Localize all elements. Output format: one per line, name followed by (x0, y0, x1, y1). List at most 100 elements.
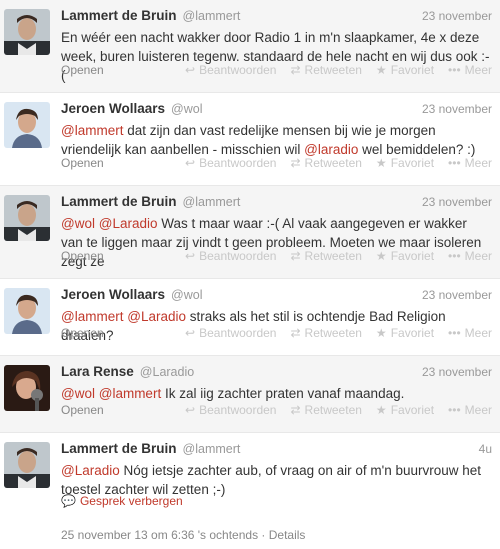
ellipsis-icon: ••• (448, 326, 461, 340)
reply-label: Beantwoorden (199, 249, 277, 263)
more-label: Meer (464, 249, 492, 263)
author-handle[interactable]: @lammert (183, 195, 241, 209)
more-label: Meer (464, 63, 492, 77)
ellipsis-icon: ••• (448, 249, 461, 263)
mention-link[interactable]: @lammert (61, 123, 123, 138)
author-handle[interactable]: @wol (171, 288, 202, 302)
reply-button[interactable]: ↩ Beantwoorden (185, 326, 276, 340)
reply-icon: ↩ (185, 249, 196, 263)
tweet-timestamp[interactable]: 23 november (422, 9, 492, 23)
favorite-label: Favoriet (390, 63, 435, 77)
tweet-timestamp[interactable]: 23 november (422, 365, 492, 379)
ellipsis-icon: ••• (448, 156, 461, 170)
reply-button[interactable]: ↩ Beantwoorden (185, 63, 276, 77)
author-handle[interactable]: @lammert (183, 9, 241, 23)
favorite-label: Favoriet (390, 403, 435, 417)
mention-link[interactable]: @Laradio (99, 216, 158, 231)
mention-link[interactable]: @wol (61, 216, 95, 231)
author-name[interactable]: Jeroen Wollaars (61, 287, 165, 302)
retweet-icon: ⇄ (290, 249, 301, 263)
reply-label: Beantwoorden (199, 326, 277, 340)
author-name[interactable]: Lammert de Bruin (61, 194, 177, 209)
more-button[interactable]: ••• Meer (448, 249, 492, 263)
speech-bubble-icon: 💬 (61, 494, 76, 508)
mention-link[interactable]: @Laradio (127, 309, 186, 324)
favorite-label: Favoriet (390, 156, 435, 170)
tweet[interactable]: Jeroen Wollaars @wol 23 november @lammer… (0, 279, 500, 356)
more-button[interactable]: ••• Meer (448, 403, 492, 417)
retweet-button[interactable]: ⇄ Retweeten (290, 403, 361, 417)
star-icon: ★ (375, 403, 387, 417)
author-name[interactable]: Lara Rense (61, 364, 134, 379)
star-icon: ★ (375, 249, 387, 263)
avatar[interactable] (4, 442, 50, 488)
open-link[interactable]: Openen (61, 249, 104, 263)
tweet-text-part: Ik zal iig zachter praten vanaf maandag. (161, 386, 405, 401)
retweet-button[interactable]: ⇄ Retweeten (290, 249, 361, 263)
tweet[interactable]: Jeroen Wollaars @wol 23 november @lammer… (0, 93, 500, 186)
tweet[interactable]: Lammert de Bruin @lammert 23 november @w… (0, 186, 500, 279)
author-name[interactable]: Lammert de Bruin (61, 8, 177, 23)
favorite-button[interactable]: ★ Favoriet (376, 403, 434, 417)
retweet-button[interactable]: ⇄ Retweeten (290, 156, 361, 170)
tweet-timestamp[interactable]: 23 november (422, 102, 492, 116)
retweet-icon: ⇄ (290, 326, 301, 340)
mention-link[interactable]: @Laradio (61, 463, 120, 478)
open-link[interactable]: Openen (61, 63, 104, 77)
tweet-timestamp[interactable]: 23 november (422, 288, 492, 302)
tweet-timestamp[interactable]: 23 november (422, 195, 492, 209)
more-button[interactable]: ••• Meer (448, 63, 492, 77)
favorite-button[interactable]: ★ Favoriet (376, 326, 434, 340)
tweet[interactable]: Lara Rense @Laradio 23 november @wol @la… (0, 356, 500, 433)
retweet-button[interactable]: ⇄ Retweeten (290, 326, 361, 340)
reply-button[interactable]: ↩ Beantwoorden (185, 249, 276, 263)
author-handle[interactable]: @wol (171, 102, 202, 116)
mention-link[interactable]: @lammert (61, 309, 123, 324)
hide-conversation-link[interactable]: 💬 Gesprek verbergen (61, 494, 183, 508)
avatar[interactable] (4, 288, 50, 334)
favorite-label: Favoriet (390, 249, 435, 263)
reply-label: Beantwoorden (199, 403, 277, 417)
author-name[interactable]: Lammert de Bruin (61, 441, 177, 456)
hide-conversation-label: Gesprek verbergen (79, 494, 183, 508)
mention-link[interactable]: @lammert (99, 386, 161, 401)
favorite-button[interactable]: ★ Favoriet (376, 156, 434, 170)
retweet-icon: ⇄ (290, 63, 301, 77)
reply-icon: ↩ (185, 403, 196, 417)
favorite-button[interactable]: ★ Favoriet (376, 63, 434, 77)
favorite-label: Favoriet (390, 326, 435, 340)
retweet-label: Retweeten (304, 156, 362, 170)
star-icon: ★ (375, 326, 387, 340)
tweet-text: @wol @lammert Ik zal iig zachter praten … (61, 384, 492, 403)
retweet-icon: ⇄ (290, 403, 301, 417)
avatar[interactable] (4, 365, 50, 411)
author-name[interactable]: Jeroen Wollaars (61, 101, 165, 116)
more-button[interactable]: ••• Meer (448, 326, 492, 340)
more-label: Meer (464, 326, 492, 340)
reply-button[interactable]: ↩ Beantwoorden (185, 156, 276, 170)
author-handle[interactable]: @lammert (183, 442, 241, 456)
open-link[interactable]: Openen (61, 156, 104, 170)
tweet-details-footer[interactable]: 25 november 13 om 6:36 's ochtends · Det… (61, 528, 305, 542)
more-label: Meer (464, 156, 492, 170)
avatar[interactable] (4, 195, 50, 241)
author-handle[interactable]: @Laradio (140, 365, 194, 379)
reply-button[interactable]: ↩ Beantwoorden (185, 403, 276, 417)
mention-link[interactable]: @wol (61, 386, 95, 401)
tweet-timestamp[interactable]: 4u (479, 442, 492, 456)
avatar[interactable] (4, 9, 50, 55)
more-button[interactable]: ••• Meer (448, 156, 492, 170)
tweet[interactable]: Lammert de Bruin @lammert 23 november En… (0, 0, 500, 93)
open-link[interactable]: Openen (61, 326, 104, 340)
tweet-text: @lammert dat zijn dan vast redelijke men… (61, 121, 492, 159)
retweet-button[interactable]: ⇄ Retweeten (290, 63, 361, 77)
ellipsis-icon: ••• (448, 63, 461, 77)
retweet-icon: ⇄ (290, 156, 301, 170)
favorite-button[interactable]: ★ Favoriet (376, 249, 434, 263)
ellipsis-icon: ••• (448, 403, 461, 417)
conversation-feed: Lammert de Bruin @lammert 23 november En… (0, 0, 500, 549)
open-link[interactable]: Openen (61, 403, 104, 417)
reply-label: Beantwoorden (199, 63, 277, 77)
avatar[interactable] (4, 102, 50, 148)
reply-icon: ↩ (185, 326, 196, 340)
